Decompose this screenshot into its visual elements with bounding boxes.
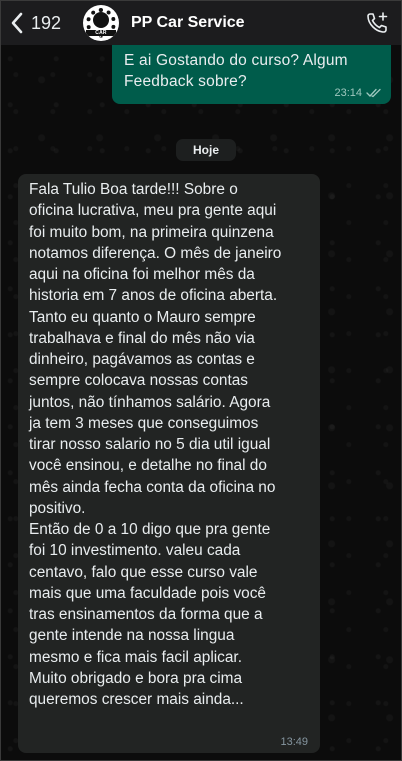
message-meta: 23:14	[334, 87, 382, 99]
message-text: E ai Gostando do curso? Algum Feedback s…	[124, 52, 348, 90]
double-check-icon	[366, 88, 381, 98]
outgoing-message[interactable]: E ai Gostando do curso? Algum Feedback s…	[112, 45, 391, 104]
message-text: Fala Tulio Boa tarde!!! Sobre o oficina …	[29, 181, 282, 708]
back-button[interactable]: 192	[1, 1, 81, 45]
message-time: 13:49	[280, 736, 308, 748]
chevron-left-icon	[11, 12, 23, 34]
phone-add-icon	[367, 12, 388, 33]
unread-count: 192	[31, 12, 62, 33]
chat-header: 192 CAR SERVICE PP Car Service	[1, 1, 401, 45]
date-divider: Hoje	[176, 139, 236, 161]
avatar-logo-core	[93, 12, 109, 28]
message-time: 23:14	[334, 87, 362, 99]
chat-title[interactable]: PP Car Service	[131, 14, 357, 32]
avatar[interactable]: CAR SERVICE	[83, 5, 119, 41]
call-button[interactable]	[357, 1, 397, 45]
avatar-logo-text: CAR SERVICE	[86, 30, 116, 41]
chat-screen: 192 CAR SERVICE PP Car Service E ai Gost…	[0, 0, 402, 761]
incoming-message[interactable]: Fala Tulio Boa tarde!!! Sobre o oficina …	[18, 174, 320, 753]
